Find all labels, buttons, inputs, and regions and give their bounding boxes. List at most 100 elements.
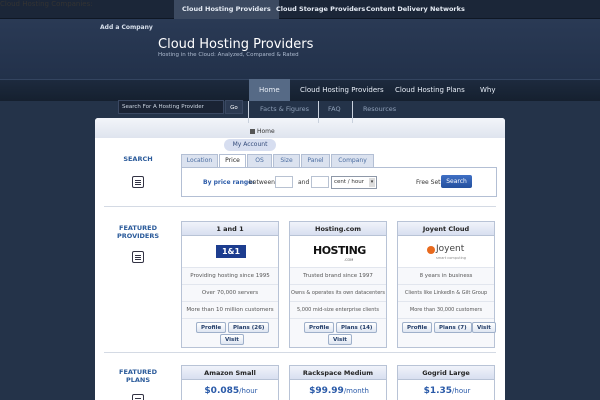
profile-button[interactable]: Profile xyxy=(304,322,335,333)
provider-fact: Clients like LinkedIn & Gilt Group xyxy=(398,285,494,302)
plans-button[interactable]: Plans (7) xyxy=(434,322,472,333)
visit-button[interactable]: Visit xyxy=(220,334,244,345)
plan-price: $0.085/hour xyxy=(182,386,280,396)
tab-os[interactable]: OS xyxy=(247,154,272,167)
home-icon xyxy=(250,129,255,134)
section-divider xyxy=(104,352,496,353)
logo-hosting: HOSTING xyxy=(313,244,366,257)
providers-section-icon xyxy=(132,251,144,263)
header-search-input[interactable]: Search For A Hosting Provider xyxy=(118,100,224,114)
provider-actions: Profile Plans (7) Visit xyxy=(398,319,496,347)
search-section-label: SEARCH xyxy=(123,155,153,163)
featured-plans-label: FEATURED PLANS xyxy=(108,368,168,384)
profile-button[interactable]: Profile xyxy=(402,322,433,333)
provider-fact: More than 30,000 customers xyxy=(398,302,494,319)
provider-card-hosting: Hosting.com HOSTING .COM Trusted brand s… xyxy=(289,221,387,348)
visit-button[interactable]: Visit xyxy=(472,322,496,333)
provider-logo[interactable]: Joyent smart computing xyxy=(398,236,494,268)
featured-providers-label: FEATURED PROVIDERS xyxy=(108,224,168,240)
price-unit-select[interactable]: cent / hour ▾ xyxy=(331,176,377,189)
featured-providers-label-line1: FEATURED xyxy=(119,224,157,232)
provider-fact: Owns & operates its own datacenters xyxy=(290,285,386,302)
plan-name[interactable]: Gogrid Large xyxy=(398,366,494,380)
toplink-cdn[interactable]: Content Delivery Networks xyxy=(358,0,473,19)
featured-providers-label-line2: PROVIDERS xyxy=(116,232,160,240)
logo-hosting-sub: .COM xyxy=(344,258,354,262)
provider-fact: Over 70,000 servers xyxy=(182,285,278,302)
provider-name[interactable]: Joyent Cloud xyxy=(398,222,494,236)
price-min-input[interactable] xyxy=(275,176,293,188)
plan-price-value: $99.99 xyxy=(309,386,344,396)
plan-price-unit: /hour xyxy=(452,387,471,395)
breadcrumb-home[interactable]: Home xyxy=(250,128,275,135)
plan-price-value: $1.35 xyxy=(423,386,453,396)
plan-price-unit: /month xyxy=(343,387,369,395)
nav-home[interactable]: Home xyxy=(249,79,290,101)
provider-actions: Profile Plans (26) Visit xyxy=(182,319,278,347)
tab-size[interactable]: Size xyxy=(273,154,300,167)
add-company-link[interactable]: Add a Company xyxy=(100,24,153,31)
provider-name[interactable]: 1 and 1 xyxy=(182,222,278,236)
provider-card-joyent: Joyent Cloud Joyent smart computing 8 ye… xyxy=(397,221,496,348)
featured-plans-label-line1: FEATURED xyxy=(119,368,157,376)
plan-card-rackspace: Rackspace Medium $99.99/month xyxy=(289,365,387,400)
between-label: between xyxy=(249,179,275,186)
provider-fact: 5,000 mid-size enterprise clients xyxy=(290,302,386,319)
tab-price[interactable]: Price xyxy=(219,154,246,168)
provider-fact: More than 10 million customers xyxy=(182,302,278,319)
subnav-divider xyxy=(318,101,319,123)
plan-card-amazon: Amazon Small $0.085/hour xyxy=(181,365,279,400)
tab-company[interactable]: Company xyxy=(331,154,374,167)
my-account-button[interactable]: My Account xyxy=(224,139,276,151)
site-title[interactable]: Cloud Hosting Providers xyxy=(158,37,313,52)
nav-cloud-hosting-providers[interactable]: Cloud Hosting Providers xyxy=(290,79,394,101)
provider-logo[interactable]: 1&1 xyxy=(182,236,278,268)
subnav-facts-figures[interactable]: Facts & Figures xyxy=(260,101,309,118)
plans-button[interactable]: Plans (26) xyxy=(228,322,270,333)
provider-fact: 8 years in business xyxy=(398,268,494,285)
plan-price: $1.35/hour xyxy=(398,386,496,396)
search-button[interactable]: Search xyxy=(441,175,472,188)
featured-plans-label-line2: PLANS xyxy=(125,376,151,384)
plan-price-unit: /hour xyxy=(239,387,258,395)
provider-fact: Providing hosting since 1995 xyxy=(182,268,278,285)
breadcrumb-bar xyxy=(95,118,505,138)
nav-cloud-hosting-plans[interactable]: Cloud Hosting Plans xyxy=(385,79,475,101)
subnav-resources[interactable]: Resources xyxy=(363,101,396,118)
plan-card-gogrid: Gogrid Large $1.35/hour xyxy=(397,365,495,400)
provider-name[interactable]: Hosting.com xyxy=(290,222,386,236)
provider-logo[interactable]: HOSTING .COM xyxy=(290,236,386,268)
plan-name[interactable]: Rackspace Medium xyxy=(290,366,386,380)
subnav-faq[interactable]: FAQ xyxy=(328,101,341,118)
toplink-cloud-hosting[interactable]: Cloud Hosting Providers xyxy=(174,0,279,19)
section-divider xyxy=(104,206,496,207)
and-label: and xyxy=(298,179,310,186)
plans-section-icon xyxy=(132,394,144,400)
price-unit-value: cent / hour xyxy=(334,179,364,185)
subnav-divider xyxy=(352,101,353,123)
provider-actions: Profile Plans (14) Visit xyxy=(290,319,386,347)
logo-1and1: 1&1 xyxy=(216,245,246,258)
subnav-divider xyxy=(248,101,249,123)
plan-price-value: $0.085 xyxy=(204,386,240,396)
breadcrumb-home-label: Home xyxy=(257,128,275,135)
tab-panel[interactable]: Panel xyxy=(301,154,330,167)
nav-why[interactable]: Why xyxy=(470,79,506,101)
logo-joyent: Joyent xyxy=(436,244,465,254)
search-section-icon xyxy=(132,176,144,188)
tab-location[interactable]: Location xyxy=(181,154,218,167)
logo-joyent-sub: smart computing xyxy=(436,256,467,260)
provider-fact: Trusted brand since 1997 xyxy=(290,268,386,285)
top-bar-label: Cloud Hosting Companies: xyxy=(0,0,93,8)
price-range-label: By price range: xyxy=(203,179,255,186)
provider-card-1and1: 1 and 1 1&1 Providing hosting since 1995… xyxy=(181,221,279,348)
profile-button[interactable]: Profile xyxy=(196,322,227,333)
plan-price: $99.99/month xyxy=(290,386,388,396)
plan-name[interactable]: Amazon Small xyxy=(182,366,278,380)
plans-button[interactable]: Plans (14) xyxy=(336,322,378,333)
chevron-down-icon: ▾ xyxy=(369,178,375,187)
price-max-input[interactable] xyxy=(311,176,329,188)
header-search-go-button[interactable]: Go xyxy=(225,100,243,114)
site-subtitle: Hosting in the Cloud: Analyzed, Compared… xyxy=(158,52,299,58)
visit-button[interactable]: Visit xyxy=(328,334,352,345)
